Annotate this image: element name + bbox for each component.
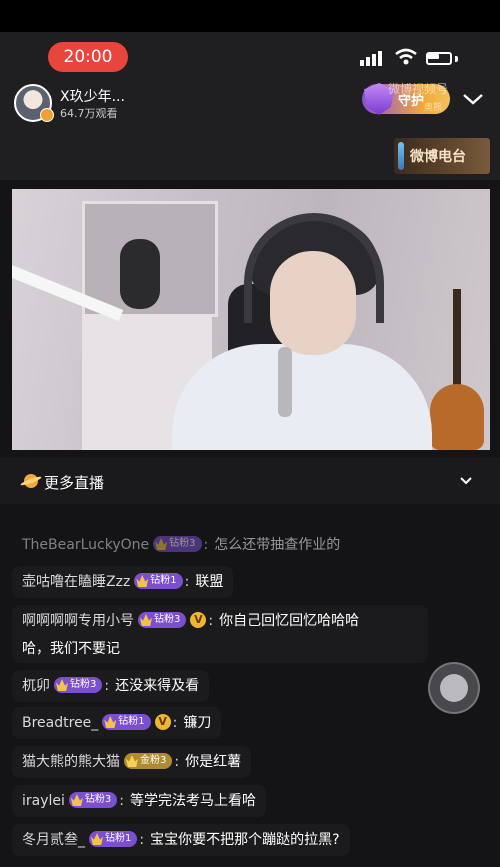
comment-text: 等学完法考马上看哈 [130,793,256,809]
comment-text: 你是红薯 [185,754,242,770]
verified-v-icon: V [190,612,207,628]
fan-badge: 钻粉3 [68,792,118,808]
microphone-icon [398,142,404,170]
video-scene-handheld-mic [278,347,292,417]
comment-text: 还没来得及看 [115,678,200,694]
avatar-verified-badge [40,108,54,122]
video-scene-guitar-neck [453,289,461,389]
streamer-name[interactable]: X玖少年... [60,86,125,106]
wifi-icon [395,48,417,65]
comment-user[interactable]: 杌卯 [22,678,50,694]
fan-badge: 钻粉3 [138,612,187,628]
cellular-signal-icon [360,51,382,66]
fan-badge: 钻粉3 [153,536,202,552]
chevron-down-icon[interactable] [459,476,473,486]
verified-v-icon: V [154,714,171,730]
comment-item: 猫大熊的熊大猫 金粉3: 你是红薯 [12,746,252,778]
comment-item: Breadtree_ 钻粉1 V: 镰刀 [12,707,222,739]
comment-item: iraylei 钻粉3: 等学完法考马上看哈 [12,785,266,817]
battery-level [428,54,439,59]
comment-user[interactable]: TheBearLuckyOne [22,537,149,553]
comment-text: 宝宝你要不把那个蹦跶的拉黑? [150,832,340,848]
assistive-touch-icon [440,674,468,702]
fan-badge: 钻粉1 [89,831,138,847]
comment-item: 杌卯 钻粉3: 还没来得及看 [12,670,210,702]
watermark-subtext: 奥熊 [424,103,443,113]
fan-badge: 金粉3 [124,753,173,769]
video-scene-streamer-body [172,344,432,450]
video-scene-guitar [430,384,484,450]
comment-text: 联盟 [195,574,224,590]
comment-text: 怎么还带抽查作业的 [214,537,341,553]
top-black-band [0,0,500,32]
chevron-down-icon[interactable] [462,92,484,106]
comment-text-continued: 哈，我们不要记 [22,641,120,657]
comment-user[interactable]: 壶咕噜在瞌睡Zzz [22,574,130,590]
status-time: 20:00 [48,42,128,72]
video-scene-studio-mic [120,239,160,309]
comment-user[interactable]: Breadtree_ [22,715,98,731]
comment-item: 啊啊啊啊专用小号 钻粉3 V: 你自己回忆回忆哈哈哈 哈，我们不要记 [12,605,428,663]
comment-item: TheBearLuckyOne 钻粉3: 怎么还带抽查作业的 [22,536,341,553]
fan-badge: 钻粉1 [102,714,151,730]
comment-item: 壶咕噜在瞌睡Zzz 钻粉1: 联盟 [12,566,234,598]
more-live-label[interactable]: 更多直播 [44,472,104,493]
comment-user[interactable]: 啊啊啊啊专用小号 [22,613,134,629]
fan-badge: 钻粉3 [54,677,103,693]
comment-user[interactable]: iraylei [22,793,65,809]
comment-user[interactable]: 猫大熊的熊大猫 [22,754,120,770]
comment-item: 冬月贰叁_ 钻粉1: 宝宝你要不把那个蹦跶的拉黑? [12,824,350,856]
battery-nub [455,56,458,62]
live-video-player[interactable] [12,189,490,450]
watermark-text: 微博视频号 [388,82,449,96]
weibo-radio-label: 微博电台 [410,149,466,165]
comment-text: 你自己回忆回忆哈哈哈 [219,613,360,629]
viewer-count: 64.7万观看 [60,107,118,120]
video-scene-headphones [244,213,384,323]
comment-user[interactable]: 冬月贰叁_ [22,832,85,848]
fan-badge: 钻粉1 [134,573,183,589]
comment-text: 镰刀 [183,715,212,731]
